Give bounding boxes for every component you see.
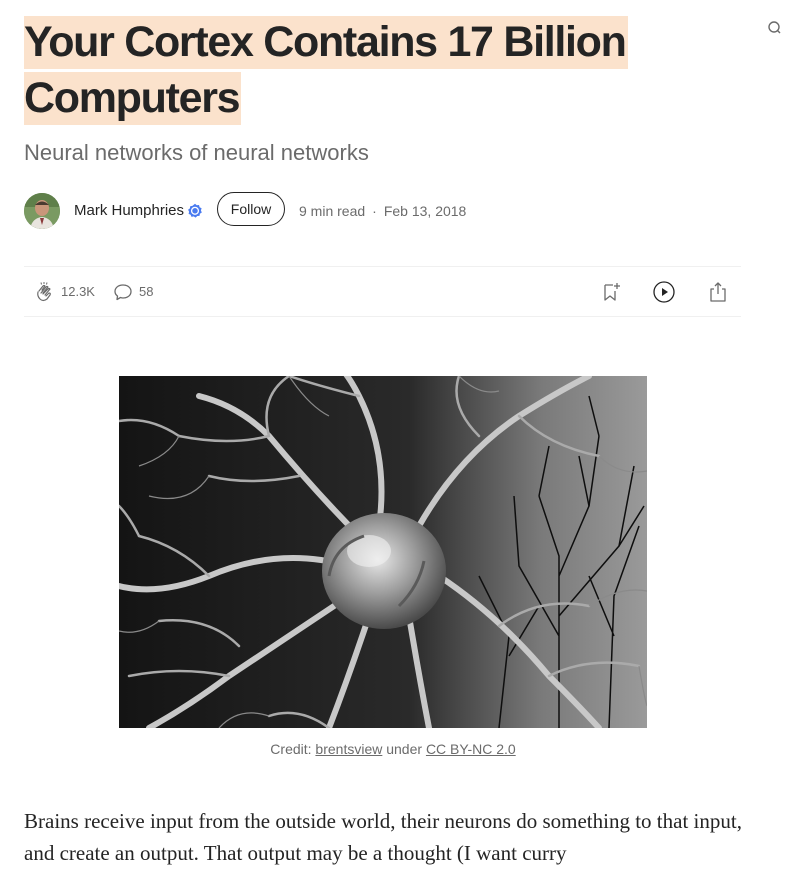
read-time: 9 min read (299, 203, 366, 219)
share-icon[interactable] (707, 280, 729, 304)
clap-icon[interactable] (33, 281, 55, 303)
search-icon[interactable] (767, 20, 783, 36)
avatar[interactable] (24, 193, 60, 229)
clap-button[interactable]: 12.3K (33, 267, 95, 316)
publish-date: Feb 13, 2018 (383, 203, 467, 219)
clap-count[interactable]: 12.3K (61, 284, 95, 299)
article-image (119, 376, 647, 728)
comment-icon[interactable] (113, 282, 133, 302)
meta-separator: · (372, 203, 377, 219)
follow-button[interactable]: Follow (217, 192, 285, 226)
listen-button[interactable] (652, 267, 676, 316)
caption-author-link[interactable]: brentsview (315, 741, 382, 757)
play-icon[interactable] (652, 280, 676, 304)
responses-button[interactable]: 58 (113, 267, 153, 316)
caption-mid: under (382, 741, 426, 757)
article-subtitle: Neural networks of neural networks (24, 140, 369, 165)
action-bar: 12.3K 58 (24, 266, 741, 317)
save-button[interactable] (599, 267, 623, 316)
article-meta: 9 min read · Feb 13, 2018 (299, 203, 466, 219)
caption-license-link[interactable]: CC BY-NC 2.0 (426, 741, 516, 757)
response-count[interactable]: 58 (139, 284, 153, 299)
article-title: Your Cortex Contains 17 Billion Computer… (24, 14, 764, 126)
image-caption: Credit: brentsview under CC BY-NC 2.0 (0, 741, 786, 757)
bookmark-add-icon[interactable] (599, 280, 623, 304)
share-button[interactable] (707, 267, 729, 316)
author-name[interactable]: Mark Humphries (74, 202, 184, 219)
title-highlight: Your Cortex Contains 17 Billion Computer… (24, 16, 628, 125)
verified-badge-icon (188, 203, 202, 218)
caption-prefix: Credit: (270, 741, 316, 757)
body-paragraph: Brains receive input from the outside wo… (24, 809, 742, 865)
author-row: Mark Humphries Follow 9 min read · Feb 13,… (24, 192, 764, 230)
